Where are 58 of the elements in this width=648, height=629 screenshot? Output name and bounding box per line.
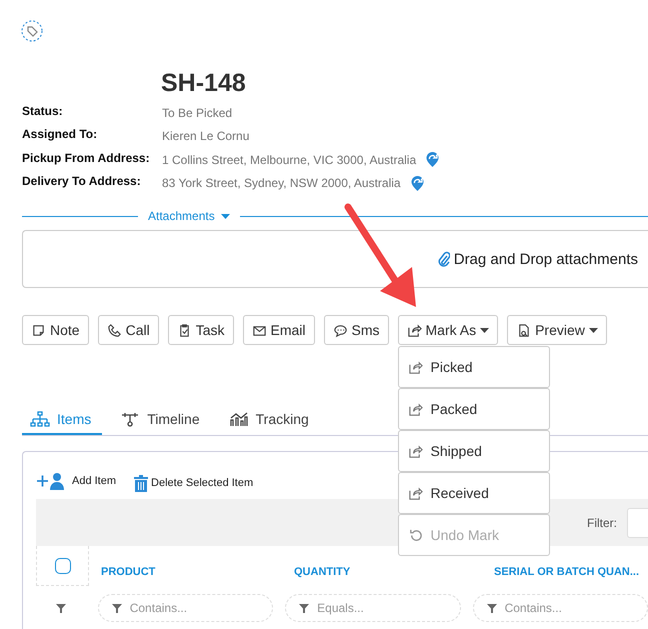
field-value: Kieren Le Cornu [162,129,250,144]
tab[interactable]: Tracking [220,409,320,435]
action-button[interactable]: Mark As [398,315,498,345]
share-icon [406,322,422,338]
filter-icon[interactable] [56,604,66,612]
filter-field[interactable] [627,508,648,538]
add-user-icon [36,472,66,490]
share-icon [408,486,423,500]
checkbox[interactable] [54,558,70,574]
field-label: Assigned To: [22,127,98,142]
filter-label: Filter: [587,516,617,530]
column-header[interactable]: SERIAL OR BATCH QUAN... [494,554,640,578]
trash-icon [134,474,148,492]
field-label: Status: [22,104,64,118]
tab[interactable]: Items [22,409,102,435]
tag-icon[interactable] [21,20,43,42]
toolbar-button[interactable]: Add Item [36,472,116,490]
menu-item[interactable]: Shipped [398,430,550,472]
record-title: SH-148 [161,68,246,98]
tree-icon [30,411,50,427]
field-label: Delivery To Address: [22,174,142,188]
doc-icon [516,322,532,338]
share-icon [408,444,423,458]
timeline-icon [120,411,140,427]
share-icon [408,402,423,416]
field-label: Pickup From Address: [22,150,151,165]
undo-icon [408,528,423,542]
filter-icon [112,604,122,612]
dropzone-text: Drag and Drop attachments [454,250,638,268]
attachments-toggle[interactable]: Attachments [138,209,240,223]
menu-item[interactable]: Packed [398,388,550,430]
filter-icon [486,604,497,612]
map-pin-icon[interactable] [426,152,440,168]
field-value: 83 York Street, Sydney, NSW 2000, Australia [162,176,401,190]
action-button[interactable]: Call [98,315,159,345]
share-icon [408,360,423,374]
attachment-dropzone[interactable]: Drag and Drop attachments [22,230,648,288]
menu-item[interactable]: Received [398,472,550,514]
tab[interactable]: Timeline [112,409,211,435]
field-value: To Be Picked [162,106,232,120]
action-button[interactable]: Sms [324,315,389,345]
action-button[interactable]: Preview [507,315,607,345]
paperclip-icon [438,250,450,268]
menu-item[interactable]: Picked [398,346,550,388]
phone-icon [106,322,122,338]
toolbar-button[interactable]: Delete Selected Item [134,474,254,492]
filter-icon [299,604,310,612]
column-header[interactable]: QUANTITY [294,554,494,578]
action-button[interactable]: Note [22,315,89,345]
note-icon [31,322,46,338]
action-button[interactable]: Email [242,315,315,345]
map-pin-icon[interactable] [410,176,424,191]
field-value: 1 Collins Street, Melbourne, VIC 3000, Australia [162,152,416,167]
caret-icon [220,214,230,218]
chat-icon [332,322,348,338]
action-button[interactable]: Task [168,315,234,345]
chart-icon [228,411,249,427]
column-header[interactable]: PRODUCT [101,554,294,578]
